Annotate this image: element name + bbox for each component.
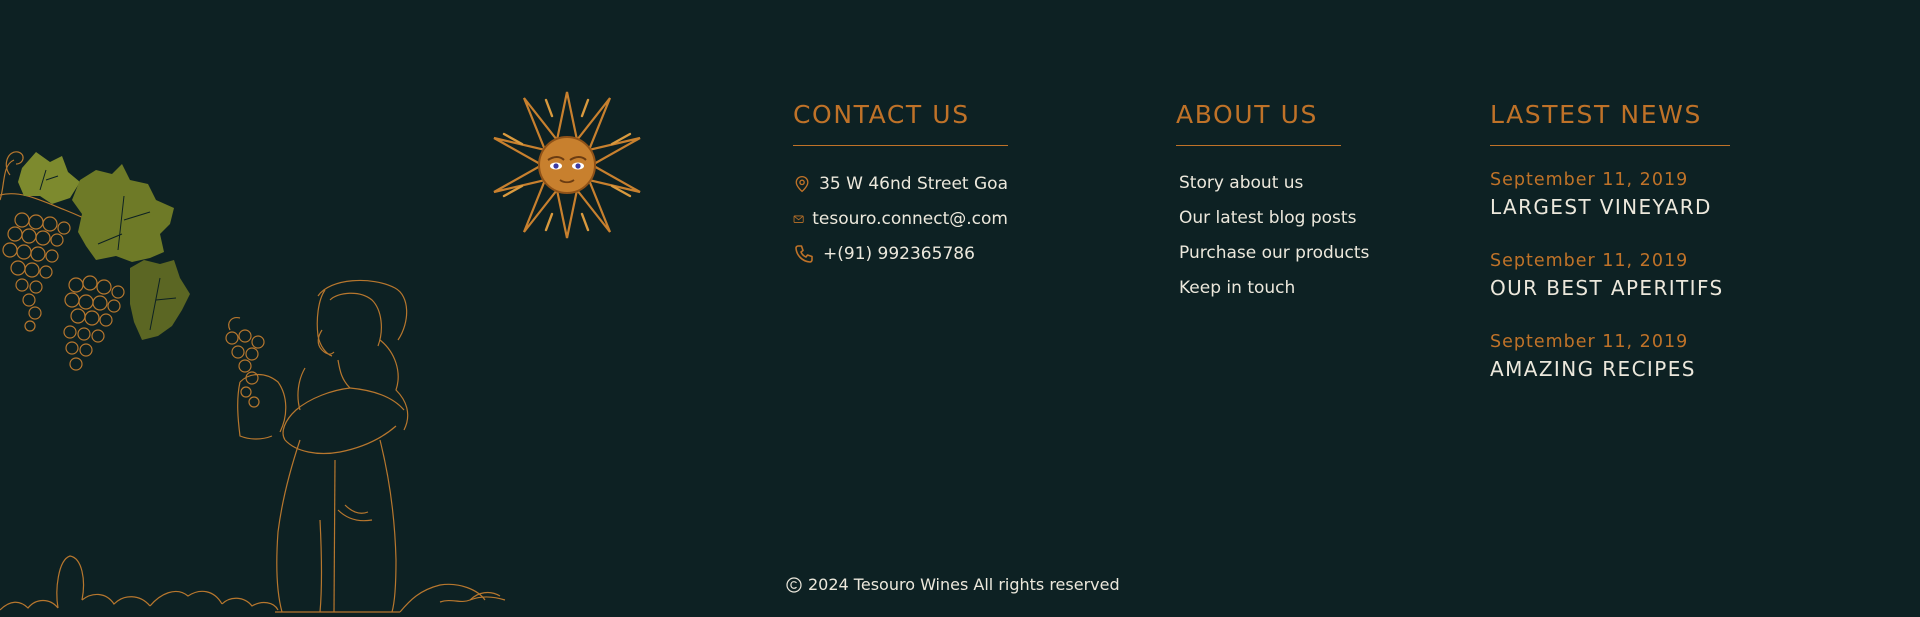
news-item[interactable]: September 11, 2019 OUR BEST APERITIFS <box>1490 251 1730 332</box>
news-date: September 11, 2019 <box>1490 251 1689 271</box>
news-date: September 11, 2019 <box>1490 332 1689 352</box>
woman-figure <box>237 279 409 613</box>
contact-section: CONTACT US 35 W 46nd Street Goa tesouro.… <box>793 100 1008 271</box>
copyright: 2024 Tesouro Wines All rights reserved <box>786 575 1120 594</box>
contact-email[interactable]: tesouro.connect@.com <box>793 201 1008 236</box>
grape-cluster <box>63 275 125 371</box>
news-date: September 11, 2019 <box>1490 170 1689 190</box>
contact-heading: CONTACT US <box>793 100 1008 146</box>
about-section: ABOUT US Story about us Our latest blog … <box>1176 100 1369 306</box>
contact-list: 35 W 46nd Street Goa tesouro.connect@.co… <box>793 166 1008 271</box>
contact-address[interactable]: 35 W 46nd Street Goa <box>793 166 1008 201</box>
news-title[interactable]: LARGEST VINEYARD <box>1490 195 1730 219</box>
about-link-blog[interactable]: Our latest blog posts <box>1179 201 1356 236</box>
mail-icon <box>793 215 804 223</box>
news-heading: LASTEST NEWS <box>1490 100 1730 146</box>
news-item[interactable]: September 11, 2019 AMAZING RECIPES <box>1490 332 1730 413</box>
sun-logo <box>493 91 641 239</box>
about-link-story[interactable]: Story about us <box>1179 166 1341 201</box>
news-section: LASTEST NEWS September 11, 2019 LARGEST … <box>1490 100 1730 413</box>
about-link-contact[interactable]: Keep in touch <box>1179 271 1341 306</box>
news-list: September 11, 2019 LARGEST VINEYARD Sept… <box>1490 170 1730 413</box>
vineyard-illustration <box>0 151 506 613</box>
hand-grapes <box>225 317 265 408</box>
contact-address-text: 35 W 46nd Street Goa <box>819 173 1008 194</box>
news-title[interactable]: AMAZING RECIPES <box>1490 357 1730 381</box>
contact-phone-text: +(91) 992365786 <box>823 243 975 264</box>
copyright-text: 2024 Tesouro Wines All rights reserved <box>808 575 1120 594</box>
vine-leaves <box>18 152 190 340</box>
copyright-icon <box>786 576 802 593</box>
location-pin-icon <box>795 175 809 192</box>
about-links: Story about us Our latest blog posts Pur… <box>1176 166 1369 306</box>
about-heading: ABOUT US <box>1176 100 1341 146</box>
phone-icon <box>795 244 813 263</box>
contact-email-text: tesouro.connect@.com <box>812 208 1008 229</box>
grape-cluster <box>2 212 71 332</box>
news-item[interactable]: September 11, 2019 LARGEST VINEYARD <box>1490 170 1730 251</box>
ground-bushes <box>0 555 506 613</box>
about-link-purchase[interactable]: Purchase our products <box>1179 236 1369 271</box>
news-title[interactable]: OUR BEST APERITIFS <box>1490 276 1730 300</box>
contact-phone[interactable]: +(91) 992365786 <box>793 236 1008 271</box>
